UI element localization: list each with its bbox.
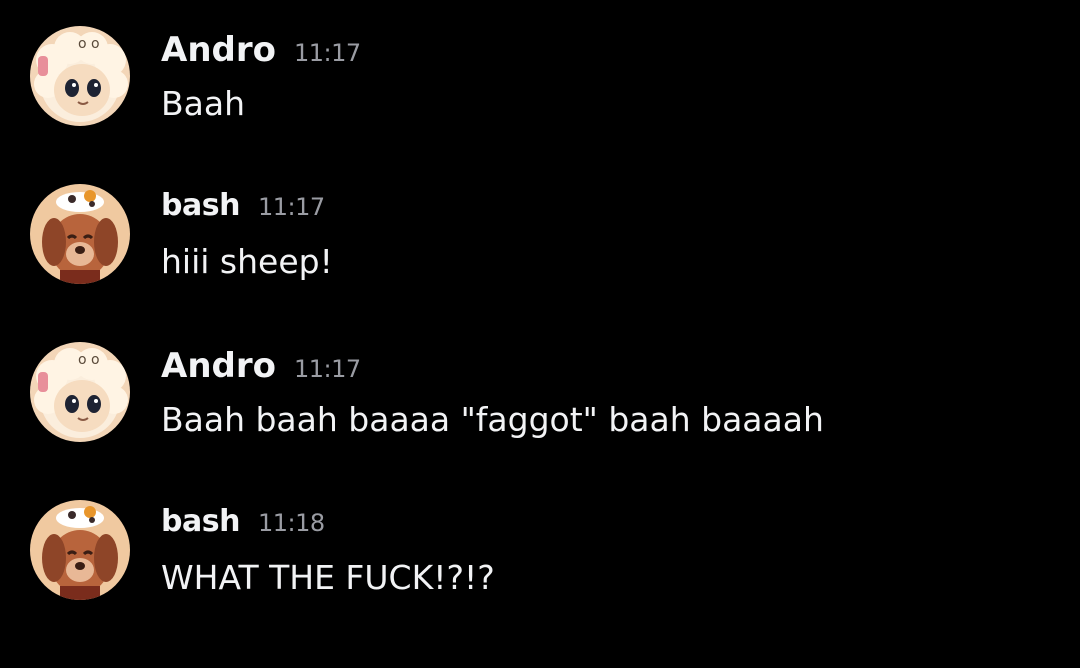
username[interactable]: Andro: [161, 30, 276, 70]
sheep-avatar-icon[interactable]: o o: [30, 342, 130, 442]
message-header: bash 11:18: [161, 504, 325, 550]
timestamp: 11:17: [293, 355, 361, 383]
message-content: Baah baah baaaa "faggot" baah baaaah: [161, 400, 824, 439]
dog-with-cow-hat-avatar-icon[interactable]: [30, 500, 130, 600]
username[interactable]: bash: [161, 504, 240, 539]
message-header: Andro 11:17: [161, 30, 361, 76]
message-item: o o Andro 11:17 Baah: [0, 22, 1080, 152]
sheep-avatar-icon[interactable]: o o: [30, 26, 130, 126]
svg-text:o o: o o: [78, 352, 100, 368]
svg-text:o o: o o: [78, 36, 100, 52]
timestamp: 11:18: [257, 509, 325, 537]
dog-with-cow-hat-avatar-icon[interactable]: [30, 184, 130, 284]
timestamp: 11:17: [293, 39, 361, 67]
message-header: bash 11:17: [161, 188, 325, 234]
message-item: bash 11:17 hiii sheep!: [0, 180, 1080, 310]
timestamp: 11:17: [257, 193, 325, 221]
message-item: o o Andro 11:17 Baah baah baaaa "faggot" …: [0, 338, 1080, 468]
message-item: bash 11:18 WHAT THE FUCK!?!?: [0, 496, 1080, 626]
message-content: WHAT THE FUCK!?!?: [161, 558, 495, 597]
username[interactable]: Andro: [161, 346, 276, 386]
username[interactable]: bash: [161, 188, 240, 223]
message-content: Baah: [161, 84, 245, 123]
message-content: hiii sheep!: [161, 242, 333, 281]
message-header: Andro 11:17: [161, 346, 361, 392]
message-list: o o Andro 11:17 Baah bash 11:17 hiii she…: [0, 0, 1080, 668]
